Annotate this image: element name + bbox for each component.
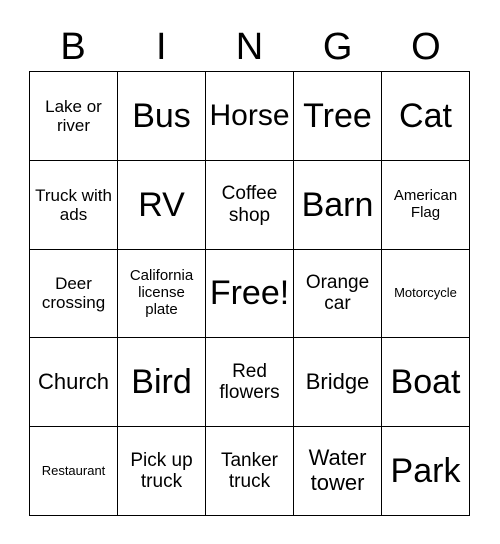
bingo-cell-r2c2[interactable]: RV <box>118 160 206 250</box>
bingo-cell-r4c4[interactable]: Bridge <box>294 338 382 428</box>
bingo-cell-label: Boat <box>390 363 461 402</box>
bingo-cell-r2c3[interactable]: Coffee shop <box>206 160 294 250</box>
bingo-cell-label: Horse <box>209 99 290 133</box>
bingo-cell-free-space[interactable]: Free! <box>206 249 294 339</box>
bingo-cell-r4c1[interactable]: Church <box>30 338 118 428</box>
bingo-cell-label: Barn <box>301 185 374 224</box>
bingo-grid: Lake or river Bus Horse Tree Cat Truck w… <box>29 71 470 516</box>
bingo-cell-label: Motorcycle <box>394 285 457 301</box>
bingo-cell-label: Tanker truck <box>220 449 279 493</box>
bingo-cell-label: American Flag <box>393 186 458 221</box>
bingo-cell-label: RV <box>138 185 185 224</box>
bingo-cell-label: Red flowers <box>219 361 280 404</box>
bingo-cell-label: California license plate <box>129 267 194 318</box>
bingo-cell-r5c2[interactable]: Pick up truck <box>118 427 206 516</box>
bingo-cell-label: Water tower <box>308 445 367 496</box>
bingo-cell-r1c2[interactable]: Bus <box>118 72 206 161</box>
bingo-cell-r4c3[interactable]: Red flowers <box>206 338 294 428</box>
bingo-header-letter-n: N <box>235 25 264 68</box>
bingo-cell-label: Deer crossing <box>41 274 106 313</box>
bingo-cell-r5c3[interactable]: Tanker truck <box>206 427 294 516</box>
bingo-cell-r2c1[interactable]: Truck with ads <box>30 160 118 250</box>
bingo-cell-r3c5[interactable]: Motorcycle <box>382 249 470 339</box>
bingo-header-letter-b: B <box>60 25 86 68</box>
bingo-card: B I N G O Lake or river Bus Horse Tree C… <box>0 0 500 544</box>
bingo-cell-label: Bridge <box>305 368 370 394</box>
bingo-cell-label: Truck with ads <box>35 185 112 224</box>
bingo-header: B I N G O <box>29 22 470 71</box>
bingo-cell-r3c4[interactable]: Orange car <box>294 249 382 339</box>
bingo-cell-label: Lake or river <box>45 96 102 135</box>
bingo-header-letter-o: O <box>411 25 441 68</box>
bingo-cell-label: Free! <box>209 274 290 313</box>
bingo-cell-label: Orange car <box>305 272 370 315</box>
bingo-cell-label: Restaurant <box>41 462 106 478</box>
bingo-cell-r1c3[interactable]: Horse <box>206 72 294 161</box>
bingo-cell-r2c5[interactable]: American Flag <box>382 160 470 250</box>
bingo-cell-r1c5[interactable]: Cat <box>382 72 470 161</box>
bingo-cell-label: Church <box>38 368 109 394</box>
bingo-cell-r5c5[interactable]: Park <box>382 427 470 516</box>
bingo-cell-label: Pick up truck <box>130 449 193 493</box>
bingo-header-letter-i: I <box>156 25 167 68</box>
bingo-cell-label: Park <box>390 452 461 491</box>
bingo-cell-r1c4[interactable]: Tree <box>294 72 382 161</box>
bingo-cell-r5c1[interactable]: Restaurant <box>30 427 118 516</box>
bingo-cell-r3c2[interactable]: California license plate <box>118 249 206 339</box>
bingo-cell-label: Coffee shop <box>221 183 278 226</box>
bingo-cell-r2c4[interactable]: Barn <box>294 160 382 250</box>
bingo-header-letter-g: G <box>322 25 353 68</box>
bingo-cell-r5c4[interactable]: Water tower <box>294 427 382 516</box>
bingo-cell-r1c1[interactable]: Lake or river <box>30 72 118 161</box>
bingo-cell-label: Bird <box>131 363 192 402</box>
bingo-cell-label: Bus <box>132 96 191 135</box>
bingo-cell-r4c5[interactable]: Boat <box>382 338 470 428</box>
bingo-cell-r3c1[interactable]: Deer crossing <box>30 249 118 339</box>
bingo-cell-label: Cat <box>399 96 452 135</box>
bingo-cell-label: Tree <box>303 96 372 135</box>
bingo-cell-r4c2[interactable]: Bird <box>118 338 206 428</box>
